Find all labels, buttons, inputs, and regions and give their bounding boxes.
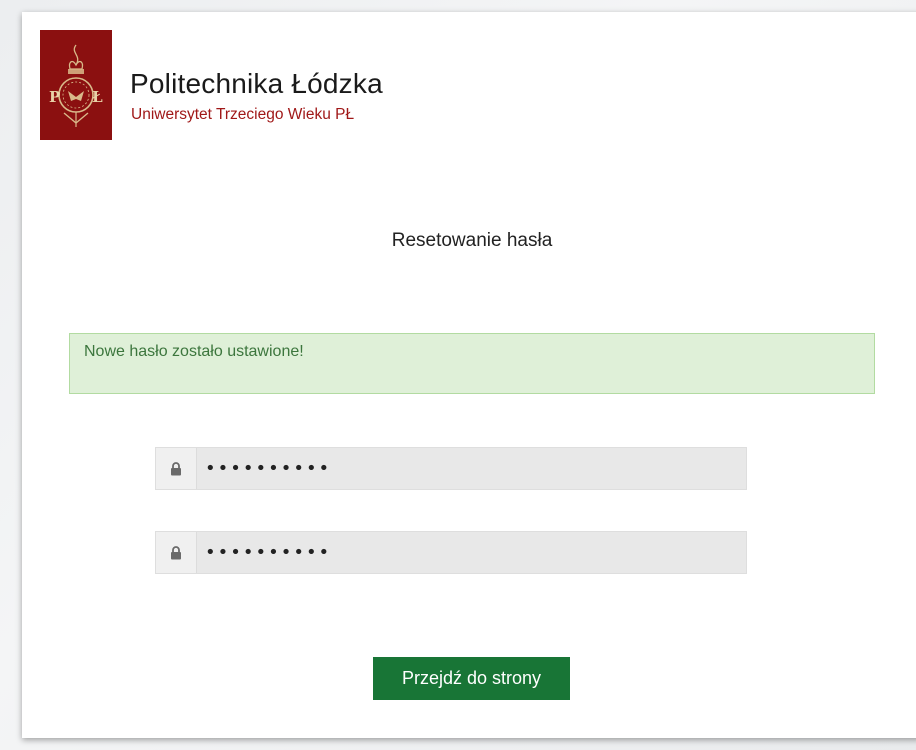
university-logo: P Ł bbox=[40, 30, 112, 140]
password-field-group bbox=[155, 447, 747, 490]
password-input[interactable] bbox=[197, 448, 746, 489]
brand-name: Politechnika Łódzka bbox=[130, 68, 383, 99]
alert-message: Nowe hasło zostało ustawione! bbox=[84, 343, 304, 360]
brand-subtitle: Uniwersytet Trzeciego Wieku PŁ bbox=[131, 106, 355, 123]
go-to-site-button[interactable]: Przejdź do strony bbox=[373, 657, 570, 700]
password-confirm-field-group bbox=[155, 531, 747, 574]
success-alert: Nowe hasło zostało ustawione! bbox=[69, 333, 875, 394]
password-confirm-input[interactable] bbox=[197, 532, 746, 573]
pl-crest-icon: P Ł bbox=[49, 44, 103, 127]
svg-text:P: P bbox=[49, 88, 60, 106]
svg-text:Ł: Ł bbox=[92, 88, 103, 106]
login-card: P Ł Politechnika Łódzka Uniwersytet Trze… bbox=[22, 12, 916, 738]
lock-icon bbox=[156, 448, 197, 489]
lock-icon bbox=[156, 532, 197, 573]
page-title: Resetowanie hasła bbox=[391, 230, 553, 251]
